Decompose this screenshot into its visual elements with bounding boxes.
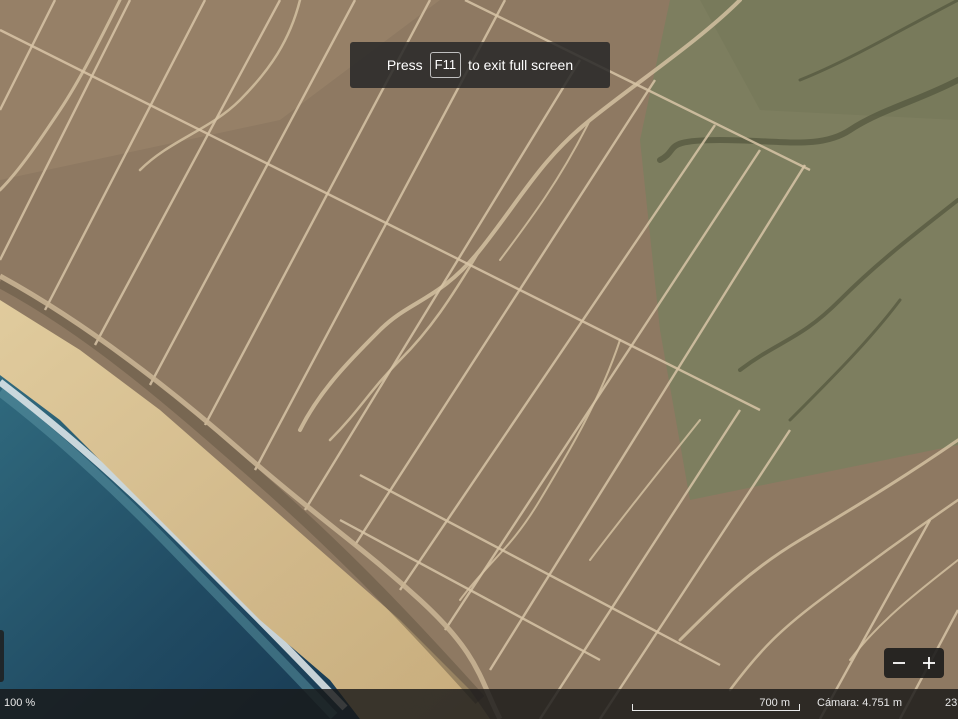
zoom-out-button[interactable] [886, 650, 912, 676]
side-panel-handle[interactable] [0, 630, 4, 682]
minus-icon [893, 662, 905, 664]
camera-altitude: Cámara: 4.751 m [817, 697, 902, 709]
satellite-map[interactable] [0, 0, 958, 719]
fullscreen-notice-suffix: to exit full screen [468, 57, 574, 73]
f11-key-badge: F11 [429, 52, 462, 78]
status-bar: 100 % 700 m Cámara: 4.751 m 23°34'1 [0, 689, 958, 719]
zoom-in-button[interactable] [916, 650, 942, 676]
zoom-level: 100 % [4, 697, 36, 709]
coordinates-readout: 23°34'1 [945, 697, 958, 709]
plus-icon [923, 657, 935, 669]
zoom-controls [884, 648, 944, 678]
fullscreen-notice-prefix: Press [386, 57, 423, 73]
scale-indicator: 700 m [632, 689, 800, 719]
fullscreen-notice: Press F11 to exit full screen [350, 42, 610, 88]
scale-bar [632, 704, 800, 711]
